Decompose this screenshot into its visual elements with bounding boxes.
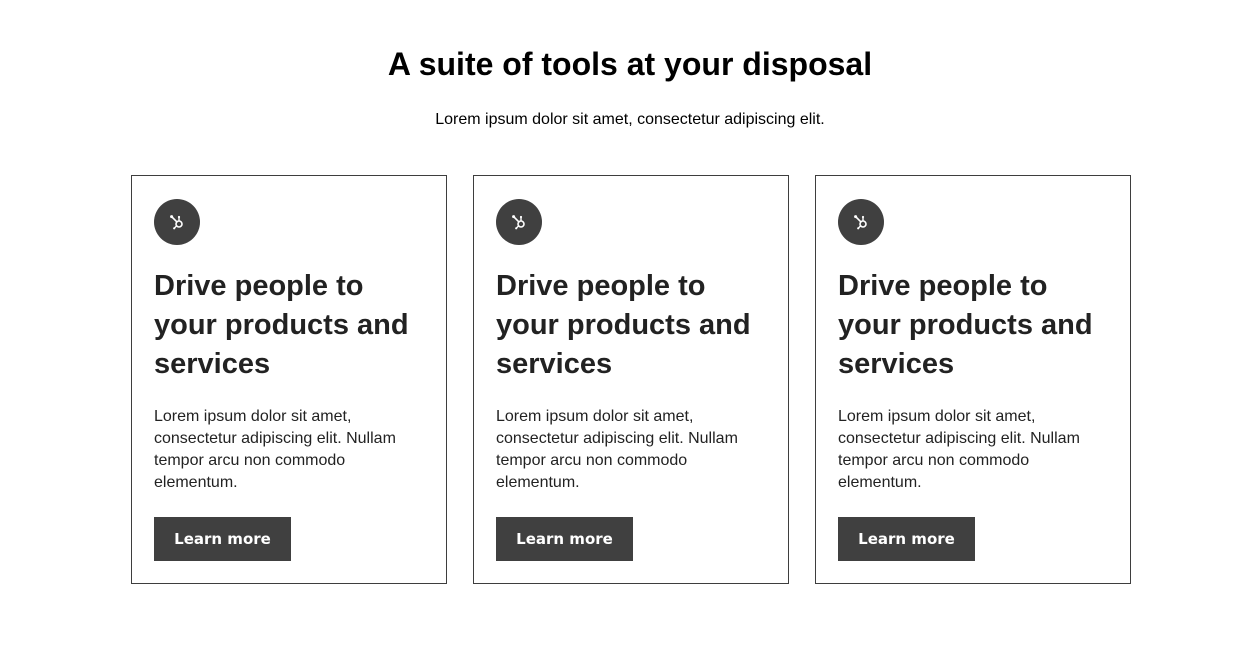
hubspot-sprocket-icon	[496, 199, 542, 245]
hubspot-sprocket-icon	[838, 199, 884, 245]
feature-card: Drive people to your products and servic…	[131, 175, 447, 584]
feature-card: Drive people to your products and servic…	[473, 175, 789, 584]
hubspot-sprocket-icon	[154, 199, 200, 245]
feature-card: Drive people to your products and servic…	[815, 175, 1131, 584]
card-title: Drive people to your products and servic…	[496, 270, 751, 380]
features-section: A suite of tools at your disposal Lorem …	[0, 0, 1260, 652]
card-grid: Drive people to your products and servic…	[131, 175, 1131, 584]
learn-more-button[interactable]: Learn more	[496, 517, 633, 561]
card-description: Lorem ipsum dolor sit amet, consectetur …	[496, 408, 738, 491]
card-description: Lorem ipsum dolor sit amet, consectetur …	[838, 408, 1080, 491]
section-title: A suite of tools at your disposal	[387, 46, 873, 82]
learn-more-button[interactable]: Learn more	[838, 517, 975, 561]
card-title: Drive people to your products and servic…	[154, 270, 409, 380]
learn-more-button[interactable]: Learn more	[154, 517, 291, 561]
card-title: Drive people to your products and servic…	[838, 270, 1093, 380]
section-subtitle: Lorem ipsum dolor sit amet, consectetur …	[435, 111, 825, 128]
card-description: Lorem ipsum dolor sit amet, consectetur …	[154, 408, 396, 491]
